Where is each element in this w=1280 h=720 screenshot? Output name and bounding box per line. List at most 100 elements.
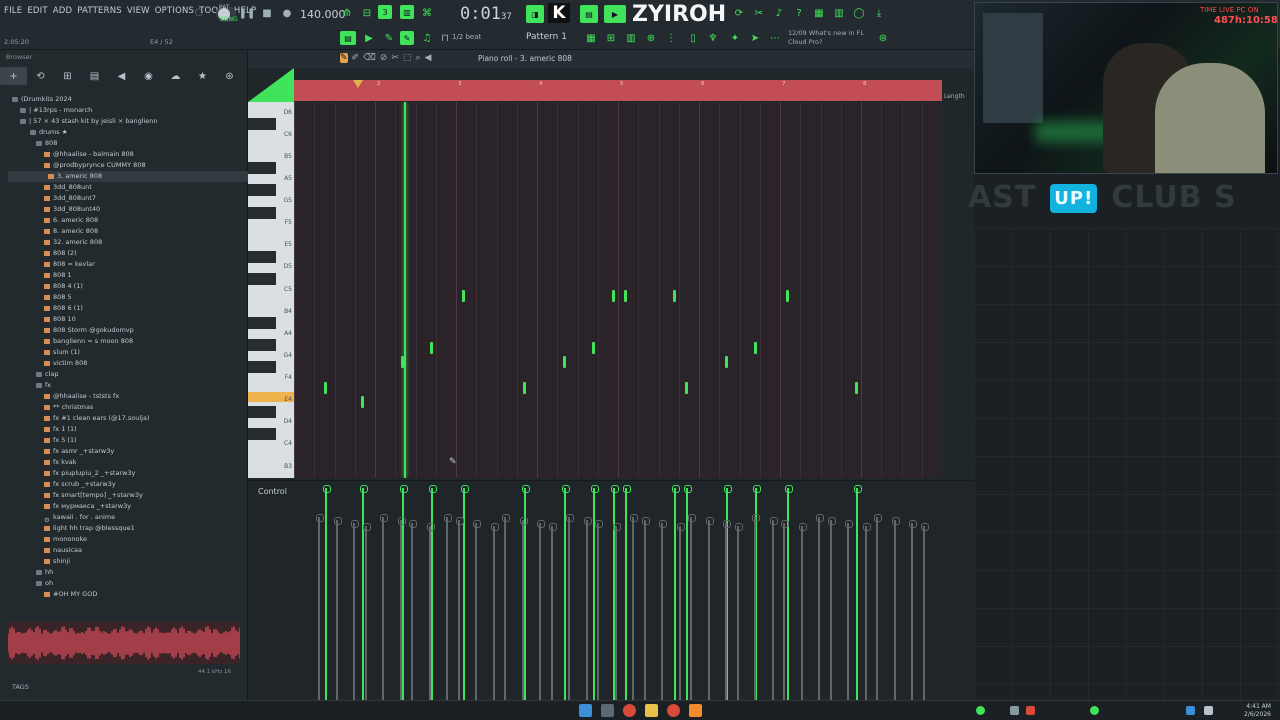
black-key[interactable] [248, 162, 276, 175]
tempo-display[interactable]: 140.000 [300, 8, 346, 21]
forward-icon[interactable]: ➤ [748, 31, 762, 45]
fl-studio-icon[interactable] [689, 704, 702, 717]
black-key[interactable] [248, 339, 276, 352]
browser-file[interactable]: 3dd_808unt40 [44, 204, 100, 215]
save-icon[interactable]: ▯ [686, 31, 700, 45]
cut-icon[interactable]: ✂ [752, 6, 766, 20]
note-c5[interactable] [786, 290, 789, 302]
browser-file[interactable]: 3. americ 808 [8, 171, 248, 182]
zoom-tool-icon[interactable]: ⌕ [415, 53, 420, 63]
browser-tab-world-icon[interactable]: ⊛ [216, 67, 243, 85]
browser-file[interactable]: fx мурмакcа _+starw3y [44, 501, 131, 512]
tags-label[interactable]: TAGS [12, 683, 29, 691]
black-key[interactable] [248, 317, 276, 330]
playlist-icon[interactable]: ▤ [580, 5, 598, 23]
refresh-icon[interactable]: ⟳ [732, 6, 746, 20]
tuning-icon[interactable]: ♆ [706, 31, 720, 45]
browser-file[interactable]: #OH MY GOD [44, 589, 97, 600]
browser-folder[interactable]: (Drumkits 2024 [12, 94, 72, 105]
tray-record-icon[interactable] [1026, 706, 1035, 715]
black-key[interactable] [248, 405, 276, 418]
browser-file[interactable]: 808 6 (1) [44, 303, 83, 314]
help-icon[interactable]: ? [792, 6, 806, 20]
wand-icon[interactable]: ✦ [728, 31, 742, 45]
browser-file[interactable]: fx 5 (1) [44, 435, 77, 446]
chat-icon[interactable]: ◯ [852, 6, 866, 20]
stamp-corner-button[interactable] [248, 68, 294, 102]
snap-icon[interactable]: ⊓ [438, 31, 452, 45]
browser-file[interactable]: slum (1) [44, 347, 80, 358]
note-grid[interactable]: ✎ [294, 102, 942, 478]
note-e4[interactable] [360, 396, 364, 408]
browser-file[interactable]: @prodbyprynce CUMMY 808 [44, 160, 146, 171]
black-key[interactable] [248, 184, 276, 197]
browser-file[interactable]: ** christmas [44, 402, 93, 413]
browser-file[interactable]: nausicaa [44, 545, 82, 556]
note-a4[interactable] [591, 342, 595, 354]
event-editor[interactable]: Control [248, 480, 974, 700]
pattern-selector[interactable]: Pattern 1 [526, 32, 567, 42]
note-c5[interactable] [611, 290, 615, 302]
tray-bluetooth-icon[interactable] [1186, 706, 1195, 715]
taskbar-clock[interactable]: 4:41 AM 2/6/2026 [1244, 703, 1271, 719]
piano-keyboard[interactable]: D6 C6 B5 A5 G5 F5 E5 D5 C5 B4 A4 G4 F4 E4 D4 C4 B3 [248, 102, 294, 478]
tray-nvidia-icon[interactable] [976, 706, 985, 715]
browser-tab-add-icon[interactable]: + [0, 67, 27, 85]
draw-tool-icon[interactable]: ✎ [340, 53, 348, 63]
browser-file[interactable]: shinji [44, 556, 70, 567]
browser-tab-star-icon[interactable]: ★ [189, 67, 216, 85]
channel-rack-icon[interactable]: ▥ [832, 6, 846, 20]
browser-file[interactable]: 808 10 [44, 314, 76, 325]
note-g4[interactable] [401, 356, 405, 368]
brush-tool-icon[interactable]: ✎ [400, 31, 414, 45]
snap-selector[interactable]: 1/2 beat [452, 33, 481, 41]
browser-file[interactable]: fx 1 (1) [44, 424, 77, 435]
mixer-view-icon[interactable]: ▥ [624, 31, 638, 45]
black-key[interactable] [248, 206, 276, 219]
browser-file[interactable]: fx kvak [44, 457, 77, 468]
more-icon[interactable]: ⋯ [768, 31, 782, 45]
chrome-icon[interactable] [623, 704, 636, 717]
tray-volume-icon[interactable] [1204, 706, 1213, 715]
browser-file[interactable]: fx scrub _+starw3y [44, 479, 116, 490]
browser-file[interactable]: ⚙ kawaii . for . anime [44, 512, 115, 524]
browser-file[interactable]: 3dd_808unt7 [44, 193, 96, 204]
playback-tool-icon[interactable]: ◀ [424, 53, 431, 63]
browser-tab-file-icon[interactable]: ▤ [81, 67, 108, 85]
mute-tool-icon[interactable]: ⊘ [380, 53, 388, 63]
browser-file[interactable]: fx asmr _+starw3y [44, 446, 114, 457]
browser-file[interactable]: fx #1 clean ears (@17.soulja) [44, 413, 150, 424]
note-c5[interactable] [624, 290, 627, 302]
sample-waveform[interactable] [8, 622, 240, 664]
countdown-icon[interactable]: 3 [378, 5, 392, 19]
note-c5[interactable] [462, 290, 465, 302]
note-g4[interactable] [563, 356, 567, 368]
timeline-ruler[interactable]: 2 3 4 5 6 7 8 [294, 80, 942, 101]
download-icon[interactable]: ⤓ [872, 6, 886, 20]
browser-file[interactable]: 808 1 [44, 270, 72, 281]
cloud-icon[interactable]: ⊛ [876, 31, 890, 45]
delete-tool-icon[interactable]: ⌫ [363, 53, 376, 63]
note-f4[interactable] [854, 382, 858, 394]
browser-file[interactable]: 808 Storm @gokudomvp [44, 325, 134, 336]
note-c5[interactable] [672, 290, 676, 302]
tray-spotify-icon[interactable] [1090, 706, 1099, 715]
browser-tab-cloud-icon[interactable]: ☁ [162, 67, 189, 85]
browser-file[interactable]: 6. americ 808 [44, 215, 98, 226]
velocity-bar[interactable] [671, 485, 680, 700]
browser-folder[interactable]: hh [36, 567, 53, 578]
menu-options[interactable]: OPTIONS [155, 6, 194, 16]
browser-file[interactable]: 8. americ 808 [44, 226, 98, 237]
plugin-icon[interactable]: ⊕ [644, 31, 658, 45]
browser-folder[interactable]: | 57 × 43 stash kit by jeisli × banglien… [20, 116, 158, 127]
menu-add[interactable]: ADD [53, 6, 73, 16]
browser-folder[interactable]: clap [36, 369, 59, 380]
browser-tab-speaker-icon[interactable]: ◀ [108, 67, 135, 85]
browser-file[interactable]: fx smart[tempo] _+starw3y [44, 490, 143, 501]
mic-icon[interactable]: ♪ [772, 6, 786, 20]
metronome-icon[interactable]: ⟰ [340, 6, 354, 20]
browser-file[interactable]: mononoke [44, 534, 87, 545]
slice-tool-icon[interactable]: ✂ [391, 53, 399, 63]
menu-file[interactable]: FILE [4, 6, 22, 16]
black-key[interactable] [248, 361, 276, 374]
